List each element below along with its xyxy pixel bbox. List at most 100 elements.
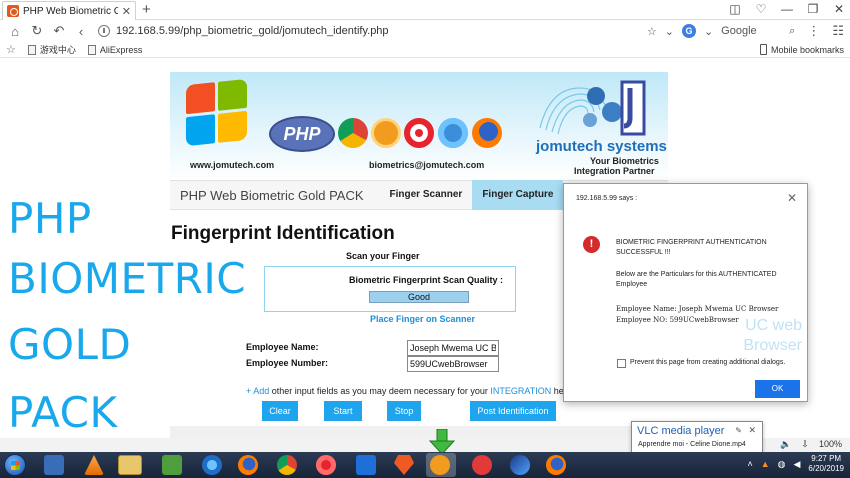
scan-quality-label: Biometric Fingerprint Scan Quality :: [349, 275, 504, 285]
chrome-taskbar-icon[interactable]: [277, 455, 297, 475]
ie-taskbar-icon[interactable]: [202, 455, 222, 475]
mobile-bookmarks[interactable]: Mobile bookmarks: [759, 44, 844, 55]
dropdown-chevron-icon[interactable]: ⌄: [665, 25, 674, 38]
nav-finger-scanner[interactable]: Finger Scanner: [380, 180, 473, 210]
download-icon[interactable]: ⇩: [801, 439, 809, 450]
post-identification-button[interactable]: Post Identification: [470, 401, 556, 421]
bookmark-item[interactable]: AliExpress: [87, 44, 143, 55]
windows-taskbar: ˄ ▲ ◍ ◀ 9:27 PM 6/20/2019: [0, 452, 850, 478]
network-icon[interactable]: ◍: [778, 459, 786, 470]
tray-chevron-icon[interactable]: ˄: [747, 459, 752, 469]
firefox-dev-icon[interactable]: [546, 455, 566, 475]
uc-browser-taskbar-icon[interactable]: [430, 455, 450, 475]
brand-name: jomutech systems: [536, 138, 667, 155]
reload-icon[interactable]: ↻: [28, 23, 46, 39]
employee-name-field[interactable]: [407, 340, 499, 356]
dialog-close-icon[interactable]: ✕: [787, 191, 797, 205]
error-icon: !: [583, 236, 600, 253]
menu-icon[interactable]: ⋮: [807, 23, 820, 39]
alert-dialog: 192.168.5.99 says : ✕ ! BIOMETRIC FINGER…: [563, 183, 808, 402]
page-icon: [27, 44, 36, 55]
new-tab-icon[interactable]: +: [142, 1, 151, 18]
file-explorer-icon[interactable]: [118, 455, 142, 475]
url-field[interactable]: 192.168.5.99/php_biometric_gold/jomutech…: [94, 22, 647, 40]
dialog-origin: 192.168.5.99 says :: [576, 195, 638, 202]
firefox-icon: [472, 118, 502, 148]
employee-number-field[interactable]: [407, 356, 499, 372]
search-engine-icon[interactable]: G: [681, 24, 696, 38]
side-title-line: PACK: [8, 388, 118, 437]
site-info-icon[interactable]: [98, 25, 110, 37]
vlc-notification[interactable]: VLC media player Apprendre moi - Celine …: [631, 421, 763, 453]
url-actions: ☆ ⌄ G ⌄ Google ⌕: [647, 24, 795, 38]
uc-browser-icon: [371, 118, 401, 148]
page-footer: [170, 426, 668, 438]
header-banner: PHP www.jomutech.com biometrics@jomutech…: [170, 72, 668, 180]
home-icon[interactable]: ⌂: [6, 24, 24, 39]
browser-tab[interactable]: PHP Web Biometric Gold Auth ✕: [2, 1, 136, 20]
vlc-icon[interactable]: [84, 455, 104, 475]
clock-date: 6/20/2019: [808, 464, 844, 473]
zoom-level[interactable]: 100%: [819, 439, 842, 450]
media-player-icon[interactable]: [44, 455, 64, 475]
start-button[interactable]: Start: [324, 401, 362, 421]
watermark-line: Browser: [743, 337, 802, 354]
close-window-icon[interactable]: ✕: [832, 2, 846, 16]
website-url: www.jomutech.com: [190, 160, 275, 170]
nav-finger-capture[interactable]: Finger Capture: [472, 180, 564, 210]
pin-icon[interactable]: ✎: [735, 426, 742, 435]
dialog-employee-number: Employee NO: 599UCwebBrowser: [616, 316, 739, 324]
integration-link[interactable]: INTEGRATION: [490, 386, 551, 396]
clear-button[interactable]: Clear: [262, 401, 298, 421]
search-engine-field[interactable]: Google: [721, 25, 781, 37]
prevent-dialogs-checkbox[interactable]: [617, 359, 626, 368]
system-clock[interactable]: 9:27 PM 6/20/2019: [808, 454, 844, 474]
volume-tray-icon[interactable]: ◀: [793, 459, 800, 470]
dialog-message-line: SUCCESSFUL !!!: [616, 249, 671, 256]
maxthon-icon[interactable]: [356, 455, 376, 475]
add-fields-link[interactable]: + Add: [246, 386, 269, 396]
bookmark-star-icon[interactable]: ☆: [647, 25, 657, 38]
brave-icon[interactable]: [394, 455, 414, 475]
notepad-icon[interactable]: [162, 455, 182, 475]
firefox-taskbar-icon[interactable]: [238, 455, 258, 475]
bookmark-item[interactable]: 游戏中心: [27, 43, 76, 56]
side-title-line: PHP: [8, 194, 92, 243]
bookmark-label: AliExpress: [99, 44, 143, 55]
history-back-icon[interactable]: ‹: [72, 24, 90, 39]
skin-icon[interactable]: ♡: [754, 2, 768, 16]
system-tray: ˄ ▲ ◍ ◀ 9:27 PM 6/20/2019: [747, 454, 844, 474]
mobile-bookmarks-label: Mobile bookmarks: [770, 44, 844, 55]
side-title-line: GOLD: [8, 320, 132, 369]
browser-app-icon[interactable]: [510, 455, 530, 475]
vlc-tray-icon[interactable]: ▲: [761, 459, 770, 469]
contact-email: biometrics@jomutech.com: [369, 160, 485, 170]
navbar-brand[interactable]: PHP Web Biometric Gold PACK: [180, 188, 364, 203]
minimize-icon[interactable]: —: [780, 2, 794, 16]
engine-chevron-icon[interactable]: ⌄: [704, 25, 713, 38]
volume-icon[interactable]: 🔈: [780, 439, 791, 450]
toolbar-extras: ⋮ ☷: [807, 23, 844, 39]
menu-toggle-icon[interactable]: ◫: [728, 2, 742, 16]
scan-title: Scan your Finger: [346, 251, 420, 261]
opera-taskbar-icon[interactable]: [316, 455, 336, 475]
stop-button[interactable]: Stop: [387, 401, 421, 421]
vivaldi-icon[interactable]: [472, 455, 492, 475]
prevent-dialogs-label[interactable]: Prevent this page from creating addition…: [630, 359, 785, 366]
url-text[interactable]: 192.168.5.99/php_biometric_gold/jomutech…: [116, 25, 389, 37]
search-icon[interactable]: ⌕: [789, 25, 795, 38]
start-button[interactable]: [4, 454, 26, 476]
ok-button[interactable]: OK: [755, 380, 800, 398]
back-icon[interactable]: ↶: [50, 23, 68, 39]
brand-tagline: Your Biometrics: [590, 156, 659, 166]
vlc-title: VLC media player: [637, 425, 725, 437]
close-icon[interactable]: ✕: [748, 425, 756, 436]
scan-quality-panel: Biometric Fingerprint Scan Quality : Goo…: [264, 266, 516, 312]
employee-number-label: Employee Number:: [246, 358, 329, 368]
bookmarks-star-icon[interactable]: ☆: [6, 43, 16, 56]
tab-close-icon[interactable]: ✕: [122, 5, 131, 18]
ie-icon: [438, 118, 468, 148]
restore-icon[interactable]: ❐: [806, 2, 820, 16]
apps-grid-icon[interactable]: ☷: [832, 23, 844, 39]
opera-icon: [404, 118, 434, 148]
